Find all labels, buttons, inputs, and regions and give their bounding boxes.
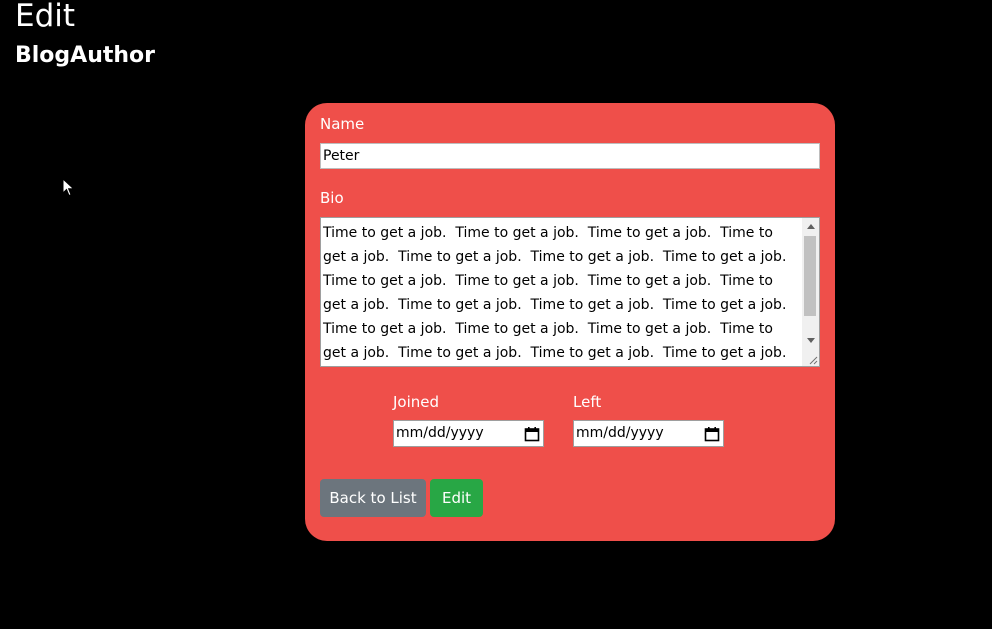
edit-button[interactable]: Edit bbox=[430, 479, 483, 517]
resize-grip-icon[interactable] bbox=[808, 355, 818, 365]
bio-label: Bio bbox=[320, 189, 344, 207]
joined-date-input[interactable]: mm/dd/yyyy bbox=[393, 420, 544, 447]
page-title: Edit bbox=[15, 0, 76, 34]
mouse-pointer-icon bbox=[62, 178, 75, 197]
left-label: Left bbox=[573, 393, 602, 411]
left-date-input[interactable]: mm/dd/yyyy bbox=[573, 420, 724, 447]
edit-form-card: Name Peter Bio Time to get a job. Time t… bbox=[305, 103, 835, 541]
joined-date-placeholder: mm/dd/yyyy bbox=[396, 425, 484, 441]
page-subtitle: BlogAuthor bbox=[15, 43, 156, 68]
scroll-down-icon[interactable] bbox=[807, 338, 815, 343]
left-date-placeholder: mm/dd/yyyy bbox=[576, 425, 664, 441]
joined-label: Joined bbox=[393, 393, 440, 411]
bio-textarea[interactable]: Time to get a job. Time to get a job. Ti… bbox=[320, 217, 820, 367]
bio-scrollbar[interactable] bbox=[802, 218, 819, 366]
calendar-icon[interactable] bbox=[524, 426, 540, 442]
back-to-list-button[interactable]: Back to List bbox=[320, 479, 426, 517]
calendar-icon[interactable] bbox=[704, 426, 720, 442]
bio-text: Time to get a job. Time to get a job. Ti… bbox=[323, 225, 787, 361]
name-label: Name bbox=[320, 115, 365, 133]
name-input[interactable]: Peter bbox=[320, 143, 820, 169]
scroll-thumb[interactable] bbox=[804, 236, 816, 316]
scroll-up-icon[interactable] bbox=[807, 224, 815, 229]
